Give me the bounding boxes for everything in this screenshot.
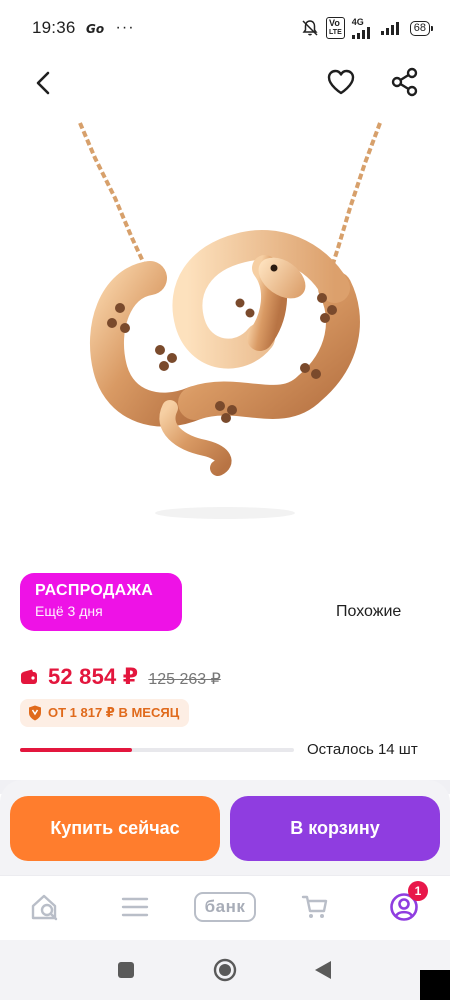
home-circle-icon[interactable] <box>213 958 237 982</box>
installment-badge[interactable]: ОТ 1 817 ₽ В МЕСЯЦ <box>20 699 190 727</box>
stock-progress-bar <box>20 748 294 752</box>
product-top-nav <box>0 60 450 104</box>
nav-cart[interactable] <box>300 890 330 924</box>
profile-notification-badge: 1 <box>408 881 428 901</box>
mute-bell-icon <box>302 20 318 36</box>
volte-icon: Vo LTE <box>326 17 345 39</box>
nav-home[interactable] <box>28 890 64 924</box>
bank-label: банк <box>194 892 256 922</box>
menu-icon <box>121 897 149 917</box>
signal-bars-2-icon <box>380 22 399 35</box>
back-triangle-icon[interactable] <box>314 960 332 980</box>
installment-text: ОТ 1 817 ₽ В МЕСЯЦ <box>48 705 180 720</box>
product-info-card: РАСПРОДАЖА Ещё 3 дня Похожие 52 854 ₽ 12… <box>0 548 450 780</box>
chevron-left-icon[interactable] <box>30 68 60 98</box>
share-icon[interactable] <box>390 66 420 98</box>
recent-apps-icon[interactable] <box>117 961 135 979</box>
price-row: 52 854 ₽ 125 263 ₽ <box>20 664 221 690</box>
add-to-cart-button[interactable]: В корзину <box>230 796 440 861</box>
signal-4g-icon: 4G <box>351 17 374 39</box>
stock-remaining-text: Осталось 14 шт <box>307 741 418 758</box>
more-notifications-icon: ··· <box>115 19 135 36</box>
similar-products-link[interactable]: Похожие <box>336 603 401 621</box>
screen-corner <box>420 970 450 1000</box>
bottom-nav: банк 1 <box>0 875 450 940</box>
old-price: 125 263 ₽ <box>148 671 221 688</box>
stock-progress-fill <box>20 748 133 752</box>
signal-bars-icon <box>351 26 370 39</box>
battery-icon: 68 <box>409 20 434 36</box>
status-bar: 19:36 Go ··· Vo LTE 4G 68 <box>0 0 450 56</box>
shield-icon <box>29 705 41 721</box>
status-time: 19:36 <box>32 18 76 37</box>
buy-now-button[interactable]: Купить сейчас <box>10 796 220 861</box>
nav-bank[interactable]: банк <box>194 890 256 924</box>
sale-badge-subtitle: Ещё 3 дня <box>35 603 103 619</box>
sale-badge[interactable]: РАСПРОДАЖА Ещё 3 дня <box>20 573 182 631</box>
current-price: 52 854 ₽ <box>48 664 139 689</box>
cart-icon <box>301 895 328 918</box>
system-nav-bar <box>0 940 450 1000</box>
go-icon: Go <box>86 22 104 35</box>
home-search-icon <box>31 894 58 921</box>
action-bar: Купить сейчас В корзину <box>0 780 450 875</box>
product-image[interactable] <box>60 118 390 538</box>
svg-text:Go: Go <box>86 22 104 35</box>
heart-icon[interactable] <box>325 66 357 98</box>
nav-catalog[interactable] <box>118 890 152 924</box>
sale-badge-title: РАСПРОДАЖА <box>35 582 154 599</box>
wallet-icon <box>21 669 37 684</box>
